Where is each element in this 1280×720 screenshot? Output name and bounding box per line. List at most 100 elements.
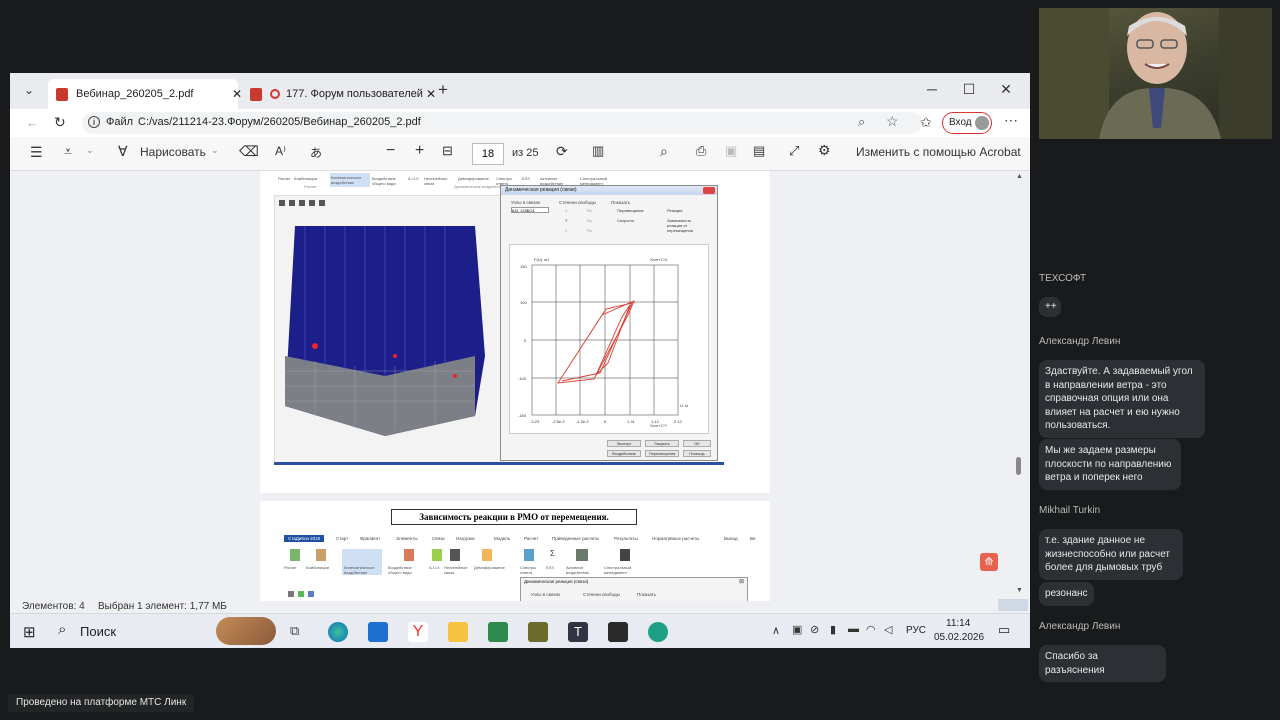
favorite-star-icon[interactable]: ☆ xyxy=(886,113,899,130)
app-icon[interactable] xyxy=(528,622,548,642)
dialog-close-icon[interactable]: ⊠ xyxy=(739,578,744,585)
help-button[interactable]: Помощь xyxy=(683,450,711,457)
contents-icon[interactable]: ☰ xyxy=(30,144,43,161)
dof-radio[interactable]: Z xyxy=(565,228,567,233)
task-view-icon[interactable]: ⧉ xyxy=(290,623,299,639)
edge-browser-icon[interactable] xyxy=(328,622,348,642)
show-radio[interactable]: Реакция xyxy=(667,208,682,213)
yandex-browser-icon[interactable]: Y xyxy=(408,622,428,642)
fit-width-icon[interactable]: ⊟ xyxy=(442,143,453,159)
page-number-input[interactable]: 18 xyxy=(472,143,504,165)
chevron-down-icon[interactable]: ⌄ xyxy=(86,145,94,156)
more-icon[interactable]: ⋯ xyxy=(1004,112,1018,129)
dialog-close-icon[interactable] xyxy=(703,187,715,194)
dialog-label: Узлы в связях xyxy=(511,200,541,205)
displacements-button[interactable]: Перемещения xyxy=(645,450,679,457)
microphone-icon[interactable]: ▮ xyxy=(830,623,836,636)
save-as-icon[interactable]: ▤ xyxy=(753,143,765,159)
highlight-icon[interactable]: ⩡ xyxy=(64,143,72,160)
url-field[interactable]: i Файл C:/vas/211214-23.Форум/260205/Веб… xyxy=(82,112,922,134)
wifi-icon[interactable]: ◠ xyxy=(866,623,876,636)
dof-radio[interactable]: Ry xyxy=(587,218,592,223)
rotate-icon[interactable]: ⟳ xyxy=(556,143,568,160)
language-indicator[interactable]: РУС xyxy=(906,625,926,636)
impact-button[interactable]: Воздействие xyxy=(607,450,641,457)
clock-time[interactable]: 11:14 xyxy=(946,618,970,629)
zoom-out-icon[interactable]: − xyxy=(386,142,395,160)
scroll-thumb[interactable] xyxy=(1016,457,1021,475)
scroll-down-icon[interactable]: ▼ xyxy=(1016,587,1023,594)
show-radio[interactable]: Зависимость реакции от перемещения xyxy=(667,218,707,233)
nodes-select[interactable]: Ш3, 125БО1 xyxy=(511,207,549,213)
info-icon[interactable]: i xyxy=(88,116,100,128)
vertical-scrollbar[interactable]: ▲ ▼ xyxy=(1014,171,1026,601)
translate-icon[interactable]: あ xyxy=(310,144,322,161)
view-toggle-icon[interactable] xyxy=(998,599,1028,611)
tray-icon[interactable]: ▣ xyxy=(792,623,802,636)
export-button[interactable]: Экспорт xyxy=(607,440,641,447)
ok-button[interactable]: OK xyxy=(683,440,711,447)
show-radio[interactable]: Скорость xyxy=(617,218,634,223)
edit-acrobat-button[interactable]: Изменить с помощью Acrobat xyxy=(856,145,1021,159)
camera-off-icon[interactable]: ⊘ xyxy=(810,623,819,636)
signin-button[interactable]: Вход xyxy=(942,112,992,134)
back-icon[interactable]: ← xyxy=(26,115,39,130)
close-window-icon[interactable]: ✕ xyxy=(991,81,1021,98)
volume-icon[interactable]: ◁ xyxy=(884,623,892,636)
taskbar-search[interactable]: Поиск xyxy=(80,624,116,639)
tray-chevron-icon[interactable]: ∧ xyxy=(772,624,780,637)
show-radio[interactable]: Перемещение xyxy=(617,208,644,213)
viewport-toolbar xyxy=(284,591,344,599)
battery-icon[interactable]: ▬ xyxy=(848,623,859,635)
draw-icon[interactable]: ∀ xyxy=(118,143,128,160)
chat-author: Александр Левин xyxy=(1039,336,1121,347)
notifications-icon[interactable]: ▭ xyxy=(998,622,1010,638)
scroll-up-icon[interactable]: ▲ xyxy=(1016,173,1023,180)
settings-gear-icon[interactable]: ⚙ xyxy=(818,142,831,159)
ribbon-item: Нелинейные связи xyxy=(424,176,448,186)
refresh-icon[interactable]: ↻ xyxy=(54,114,66,131)
dialog-title: Динамическая реакция (связи) xyxy=(505,187,577,193)
eraser-icon[interactable]: ⌫ xyxy=(239,143,259,160)
fullscreen-icon[interactable]: ⤢ xyxy=(789,143,799,159)
close-tab-icon[interactable]: ✕ xyxy=(232,87,242,101)
pdf-page: Расчет Комбинации Кинематическое воздейс… xyxy=(260,171,770,493)
calc-icon xyxy=(290,549,300,561)
ribbon-item: Расчет xyxy=(284,565,297,570)
tab-pdf[interactable]: Вебинар_260205_2.pdf ✕ xyxy=(48,79,242,109)
read-aloud-icon[interactable]: A⁾ xyxy=(275,144,286,158)
print-icon[interactable]: ⎙ xyxy=(696,143,706,159)
app-icon[interactable] xyxy=(648,622,668,642)
windows-start-icon[interactable]: ⊞ xyxy=(23,623,36,641)
save-icon[interactable]: ▣ xyxy=(725,143,737,159)
tab-forum[interactable]: 177. Форум пользователей ✕ xyxy=(242,79,436,109)
chevron-down-icon[interactable]: ⌄ xyxy=(211,145,219,156)
page-view-icon[interactable]: ▥ xyxy=(592,143,604,159)
y-tick-label: 150 xyxy=(520,264,527,269)
dof-radio[interactable]: Y xyxy=(565,218,568,223)
search-icon[interactable]: ⌕ xyxy=(660,143,668,160)
mail-icon[interactable] xyxy=(368,622,388,642)
dof-radio[interactable]: X xyxy=(565,208,568,213)
dof-radio[interactable]: Rx xyxy=(587,208,592,213)
file-explorer-icon[interactable] xyxy=(448,622,468,642)
draw-button[interactable]: Нарисовать xyxy=(140,145,206,159)
minimize-icon[interactable]: ─ xyxy=(917,81,947,97)
clock-date[interactable]: 05.02.2026 xyxy=(934,632,984,643)
zoom-icon[interactable]: ⌕ xyxy=(858,114,865,130)
menu-item: Фрагмент xyxy=(360,536,381,541)
search-icon[interactable]: ⌕ xyxy=(58,621,66,638)
zoom-in-icon[interactable]: + xyxy=(415,142,424,160)
close-button[interactable]: Закрыть xyxy=(645,440,679,447)
calculator-icon[interactable] xyxy=(488,622,508,642)
maximize-icon[interactable]: ☐ xyxy=(954,81,984,98)
dof-radio[interactable]: Rz xyxy=(587,228,592,233)
tab-list-icon[interactable]: ⌄ xyxy=(24,83,34,97)
favorites-icon[interactable]: ✩ xyxy=(920,114,932,131)
new-tab-icon[interactable]: + xyxy=(438,80,448,100)
app-icon[interactable] xyxy=(608,622,628,642)
close-tab-icon[interactable]: ✕ xyxy=(426,87,436,101)
text-editor-icon[interactable]: T xyxy=(568,622,588,642)
chat-message-text: ++ xyxy=(1045,301,1057,312)
acrobat-icon[interactable]: ⟰ xyxy=(980,553,998,571)
